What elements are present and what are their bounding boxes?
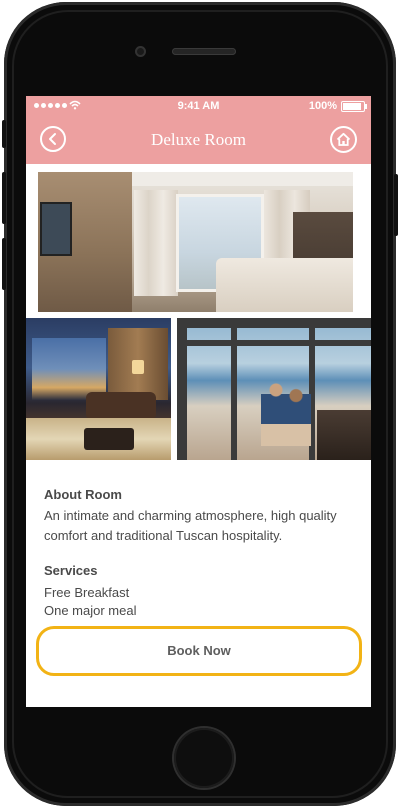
status-right: 100% <box>308 100 367 112</box>
front-camera <box>135 46 146 57</box>
status-bar: 9:41 AM 100% <box>26 96 371 118</box>
book-now-button[interactable]: Book Now <box>36 626 362 676</box>
room-photo-beach[interactable] <box>177 318 371 460</box>
room-photo-lounge[interactable] <box>26 318 171 460</box>
volume-down-button <box>2 238 6 290</box>
hardware-home-button[interactable] <box>174 728 234 788</box>
mute-switch <box>2 120 6 148</box>
home-button[interactable] <box>330 126 357 153</box>
about-text: An intimate and charming atmosphere, hig… <box>44 508 337 543</box>
room-photo-main[interactable] <box>38 172 353 312</box>
volume-up-button <box>2 172 6 224</box>
service-item: Free Breakfast <box>44 585 130 600</box>
page-title: Deluxe Room <box>151 130 246 149</box>
home-icon <box>336 132 351 146</box>
earpiece-speaker <box>172 48 236 55</box>
nav-header: Deluxe Room <box>26 118 371 164</box>
app-screen: 9:41 AM 100% Deluxe Room About Room An i… <box>26 96 371 707</box>
room-details: About Room An intimate and charming atmo… <box>44 486 364 620</box>
about-heading: About Room <box>44 487 122 502</box>
services-heading: Services <box>44 563 98 578</box>
service-item: One major meal <box>44 603 137 618</box>
services-section: Services Free Breakfast One major meal <box>44 562 364 620</box>
power-button <box>394 174 398 236</box>
battery-percent: 100% <box>308 100 337 112</box>
battery-icon <box>341 100 367 112</box>
